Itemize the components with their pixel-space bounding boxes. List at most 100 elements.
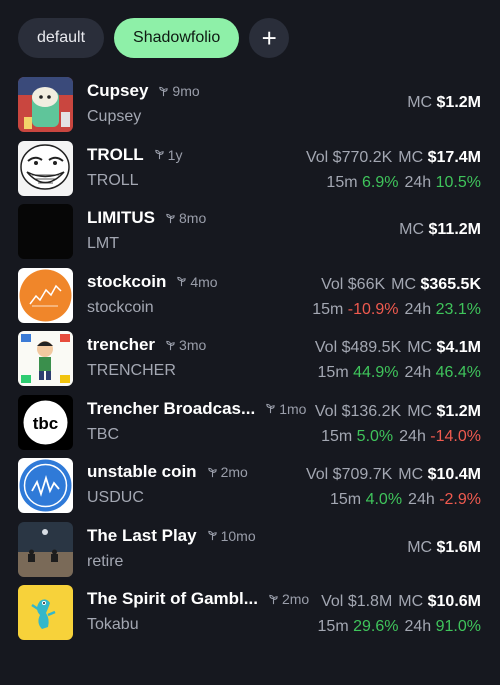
m15-label: 15m	[330, 491, 362, 508]
token-ticker: TROLL	[87, 171, 139, 189]
token-row[interactable]: trencher 3mo TRENCHER Vol $489.5K MC $4.1M…	[0, 326, 500, 390]
sprout-icon	[166, 213, 175, 223]
mc-label: MC	[391, 275, 417, 293]
volume: $489.5K	[341, 339, 402, 356]
token-avatar	[18, 521, 73, 577]
token-row[interactable]: TROLL 1y TROLL Vol $770.2K MC $17.4M 15m 6…	[0, 136, 500, 200]
change-24h: 10.5%	[435, 173, 481, 191]
token-avatar	[18, 585, 73, 640]
portfolio-tabs: default Shadowfolio +	[18, 18, 290, 58]
market-cap: $11.2M	[428, 221, 481, 238]
token-name: The Spirit of Gambl...	[87, 589, 258, 608]
volume: $1.8M	[347, 593, 393, 610]
market-cap: $10.4M	[427, 466, 481, 483]
token-ticker: retire	[87, 552, 124, 570]
change-15m: 4.0%	[365, 491, 403, 508]
token-name: unstable coin	[87, 462, 197, 481]
token-name: trencher	[87, 335, 156, 354]
vol-label: Vol	[321, 275, 344, 293]
token-avatar	[18, 458, 73, 513]
token-avatar	[18, 204, 73, 259]
token-stats: Vol $1.8M MC $10.6M 15m 29.6% 24h 91.0%	[318, 593, 481, 636]
token-name: LIMITUS	[87, 208, 155, 227]
change-24h: 46.4%	[435, 364, 481, 381]
token-age: 1y	[154, 146, 183, 163]
market-cap: $1.6M	[436, 538, 481, 556]
vol-label: Vol	[305, 466, 329, 483]
volume: $709.7K	[332, 466, 393, 483]
token-row[interactable]: The Last Play 10mo retire MC $1.6M	[0, 517, 500, 581]
h24-label: 24h	[404, 618, 432, 635]
mc-label: MC	[399, 221, 425, 238]
token-ticker: Cupsey	[87, 108, 142, 125]
token-row[interactable]: unstable coin 2mo USDUC Vol $709.7K MC $10…	[0, 453, 500, 517]
tbc-logo: tbc	[33, 414, 59, 433]
mc-label: MC	[407, 94, 433, 111]
m15-label: 15m	[326, 173, 358, 191]
sprout-icon	[177, 276, 187, 287]
token-avatar	[18, 77, 73, 132]
change-15m: 29.6%	[353, 618, 399, 635]
mc-label: MC	[407, 538, 433, 556]
token-name: Cupsey	[87, 81, 149, 100]
token-stats: Vol $489.5K MC $4.1M 15m 44.9% 24h 46.4%	[315, 339, 481, 382]
change-24h: 23.1%	[435, 300, 481, 318]
token-age-text: 1y	[167, 146, 183, 163]
token-row[interactable]: tbc Trencher Broadcas... 1mo TBC Vol $136…	[0, 390, 500, 454]
token-row[interactable]: LIMITUS 8mo LMT MC $11.2M	[0, 199, 500, 263]
m15-label: 15m	[312, 300, 344, 318]
token-age: 1mo	[265, 401, 306, 417]
h24-label: 24h	[404, 173, 432, 191]
add-tab-button[interactable]: +	[249, 18, 290, 58]
token-age-text: 9mo	[172, 83, 200, 99]
token-avatar	[18, 331, 73, 386]
token-age: 2mo	[268, 591, 309, 607]
token-stats: MC $1.2M	[407, 94, 481, 112]
token-age: 8mo	[165, 210, 206, 226]
token-age-text: 4mo	[190, 273, 218, 290]
token-row[interactable]: The Spirit of Gambl... 2mo Tokabu Vol $1.…	[0, 580, 500, 644]
sprout-icon	[154, 149, 164, 160]
volume: $136.2K	[341, 402, 402, 420]
token-age-text: 2mo	[281, 591, 310, 607]
vol-label: Vol	[314, 402, 338, 420]
token-age: 2mo	[207, 464, 248, 480]
vol-label: Vol	[314, 339, 338, 356]
token-ticker: LMT	[87, 235, 119, 252]
token-row[interactable]: stockcoin 4mo stockcoin Vol $66K MC $365.5…	[0, 263, 500, 327]
volume: $66K	[347, 275, 386, 293]
mc-label: MC	[398, 593, 424, 610]
token-ticker: Tokabu	[87, 616, 139, 633]
mc-label: MC	[398, 148, 424, 166]
token-row[interactable]: Cupsey 9mo Cupsey MC $1.2M	[0, 72, 500, 136]
sprout-icon	[266, 403, 275, 414]
token-name: stockcoin	[87, 271, 167, 291]
change-15m: -10.9%	[347, 300, 399, 318]
token-age-text: 2mo	[220, 464, 248, 480]
change-15m: 44.9%	[353, 364, 399, 381]
market-cap: $365.5K	[420, 275, 482, 293]
token-ticker: TRENCHER	[87, 362, 176, 379]
change-24h: -2.9%	[439, 491, 481, 508]
token-stats: Vol $136.2K MC $1.2M 15m 5.0% 24h -14.0%	[315, 403, 481, 446]
h24-label: 24h	[404, 300, 432, 318]
change-15m: 6.9%	[362, 173, 399, 191]
token-age-text: 1mo	[279, 400, 307, 417]
h24-label: 24h	[404, 364, 432, 381]
sprout-icon	[269, 594, 278, 604]
m15-label: 15m	[321, 427, 353, 445]
tab-default[interactable]: default	[18, 18, 105, 58]
token-name: TROLL	[87, 144, 144, 164]
token-name: Trencher Broadcas...	[87, 398, 256, 418]
token-stats: Vol $66K MC $365.5K 15m -10.9% 24h 23.1%	[312, 276, 481, 319]
m15-label: 15m	[317, 618, 349, 635]
token-age: 10mo	[207, 528, 256, 544]
sprout-icon	[166, 340, 175, 350]
plus-icon: +	[261, 22, 277, 53]
token-stats: Vol $709.7K MC $10.4M 15m 4.0% 24h -2.9%	[306, 466, 481, 509]
token-ticker: USDUC	[87, 489, 144, 506]
token-age: 4mo	[176, 273, 218, 290]
token-age-text: 3mo	[179, 337, 207, 353]
market-cap: $1.2M	[436, 402, 481, 420]
tab-shadowfolio[interactable]: Shadowfolio	[114, 18, 240, 58]
